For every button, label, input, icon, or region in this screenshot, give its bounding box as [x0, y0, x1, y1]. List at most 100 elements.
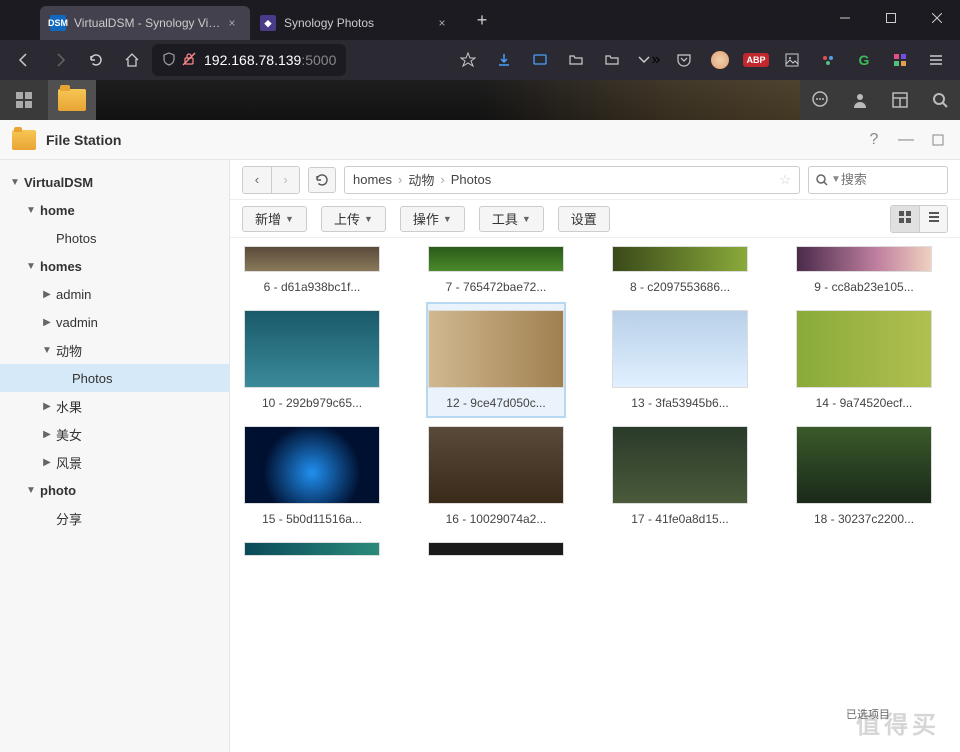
ext-img-icon[interactable] [778, 46, 806, 74]
search-input[interactable] [841, 172, 941, 187]
browser-tab[interactable]: ◆Synology Photos× [250, 6, 460, 40]
upload-button[interactable]: 上传▼ [321, 206, 386, 232]
thumbnail [244, 310, 380, 388]
tree-toggle-icon[interactable]: ▶ [40, 429, 54, 440]
file-item[interactable]: 8 - c2097553686... [610, 238, 750, 302]
thumbnail [796, 426, 932, 504]
tree-node[interactable]: ▼homes [0, 252, 229, 280]
new-tab-button[interactable]: + [468, 6, 496, 34]
file-item[interactable] [242, 534, 382, 572]
settings-button[interactable]: 设置 [558, 206, 610, 232]
screen-icon[interactable] [526, 46, 554, 74]
close-icon[interactable]: × [224, 15, 240, 31]
tree-node[interactable]: ▼动物 [0, 336, 229, 364]
breadcrumb-part[interactable]: Photos [451, 172, 491, 187]
file-item[interactable]: 18 - 30237c2200... [794, 418, 934, 534]
tree-toggle-icon[interactable]: ▼ [40, 345, 54, 356]
tree-label: 分享 [56, 509, 82, 528]
close-icon[interactable]: × [434, 15, 450, 31]
tree-toggle-icon[interactable]: ▶ [40, 457, 54, 468]
widgets-icon[interactable] [880, 80, 920, 120]
menu-icon[interactable] [922, 46, 950, 74]
search-icon[interactable] [920, 80, 960, 120]
window-controls [822, 0, 960, 36]
chevron-down-icon[interactable]: ▼ [831, 174, 841, 185]
file-item[interactable]: 9 - cc8ab23e105... [794, 238, 934, 302]
file-station-taskbar-button[interactable] [48, 80, 96, 120]
breadcrumb[interactable]: homes › 动物 › Photos ☆ [344, 166, 800, 194]
ext-avatar-icon[interactable] [706, 46, 734, 74]
chat-icon[interactable] [800, 80, 840, 120]
tools-button[interactable]: 工具▼ [479, 206, 544, 232]
folder1-icon[interactable] [562, 46, 590, 74]
file-item[interactable]: 16 - 10029074a2... [426, 418, 566, 534]
tree-toggle-icon[interactable]: ▼ [24, 485, 38, 496]
tree-label: 美女 [56, 425, 82, 444]
action-button[interactable]: 操作▼ [400, 206, 465, 232]
tree-node[interactable]: 分享 [0, 504, 229, 532]
nav-forward-button[interactable]: › [271, 167, 299, 193]
search-box[interactable]: ▼ [808, 166, 948, 194]
star-icon[interactable]: ☆ [779, 172, 791, 188]
home-button[interactable] [116, 44, 148, 76]
tree-node[interactable]: ▶vadmin [0, 308, 229, 336]
file-item[interactable]: 12 - 9ce47d050c... [426, 302, 566, 418]
tree-node[interactable]: Photos [0, 364, 229, 392]
tree-toggle-icon[interactable]: ▼ [24, 205, 38, 216]
close-button[interactable] [914, 0, 960, 36]
maximize-window-button[interactable] [928, 130, 948, 150]
tree-node[interactable]: ▶风景 [0, 448, 229, 476]
file-item[interactable]: 15 - 5b0d11516a... [242, 418, 382, 534]
tree-node[interactable]: ▶水果 [0, 392, 229, 420]
tree-node[interactable]: Photos [0, 224, 229, 252]
maximize-button[interactable] [868, 0, 914, 36]
tree-toggle-icon[interactable]: ▶ [40, 401, 54, 412]
ext-g-icon[interactable]: G [850, 46, 878, 74]
browser-tab[interactable]: DSMVirtualDSM - Synology Virtua× [40, 6, 250, 40]
file-item[interactable] [426, 534, 566, 572]
breadcrumb-part[interactable]: homes [353, 172, 392, 187]
refresh-button[interactable] [308, 167, 336, 193]
file-item[interactable]: 13 - 3fa53945b6... [610, 302, 750, 418]
ext-grid-icon[interactable] [886, 46, 914, 74]
overflow-icon[interactable]: » [634, 46, 662, 74]
file-name: 8 - c2097553686... [612, 280, 748, 294]
tree-toggle-icon[interactable]: ▶ [40, 289, 54, 300]
grid-view-button[interactable] [891, 206, 919, 232]
bookmark-icon[interactable] [454, 46, 482, 74]
pocket-icon[interactable] [670, 46, 698, 74]
file-item[interactable]: 14 - 9a74520ecf... [794, 302, 934, 418]
list-view-button[interactable] [919, 206, 947, 232]
help-button[interactable]: ? [864, 130, 884, 150]
abp-icon[interactable]: ABP [742, 46, 770, 74]
tree-label: home [40, 203, 75, 218]
tree-node[interactable]: ▶admin [0, 280, 229, 308]
url-field[interactable]: 192.168.78.139:5000 [152, 44, 346, 76]
ext-dots-icon[interactable] [814, 46, 842, 74]
file-name: 13 - 3fa53945b6... [612, 396, 748, 410]
minimize-window-button[interactable]: — [896, 130, 916, 150]
action-toolbar: 新增▼ 上传▼ 操作▼ 工具▼ 设置 [230, 200, 960, 238]
thumbnail [796, 246, 932, 272]
reload-button[interactable] [80, 44, 112, 76]
download-icon[interactable] [490, 46, 518, 74]
breadcrumb-part[interactable]: 动物 [408, 170, 434, 189]
file-item[interactable]: 7 - 765472bae72... [426, 238, 566, 302]
tree-toggle-icon[interactable]: ▶ [40, 317, 54, 328]
main-menu-button[interactable] [0, 80, 48, 120]
new-button[interactable]: 新增▼ [242, 206, 307, 232]
folder2-icon[interactable] [598, 46, 626, 74]
user-icon[interactable] [840, 80, 880, 120]
tree-node[interactable]: ▶美女 [0, 420, 229, 448]
back-button[interactable] [8, 44, 40, 76]
tree-root[interactable]: ▼VirtualDSM [0, 168, 229, 196]
minimize-button[interactable] [822, 0, 868, 36]
forward-button[interactable] [44, 44, 76, 76]
tree-toggle-icon[interactable]: ▼ [24, 261, 38, 272]
nav-back-button[interactable]: ‹ [243, 167, 271, 193]
file-item[interactable]: 6 - d61a938bc1f... [242, 238, 382, 302]
file-item[interactable]: 17 - 41fe0a8d15... [610, 418, 750, 534]
file-item[interactable]: 10 - 292b979c65... [242, 302, 382, 418]
tree-node[interactable]: ▼photo [0, 476, 229, 504]
tree-node[interactable]: ▼home [0, 196, 229, 224]
